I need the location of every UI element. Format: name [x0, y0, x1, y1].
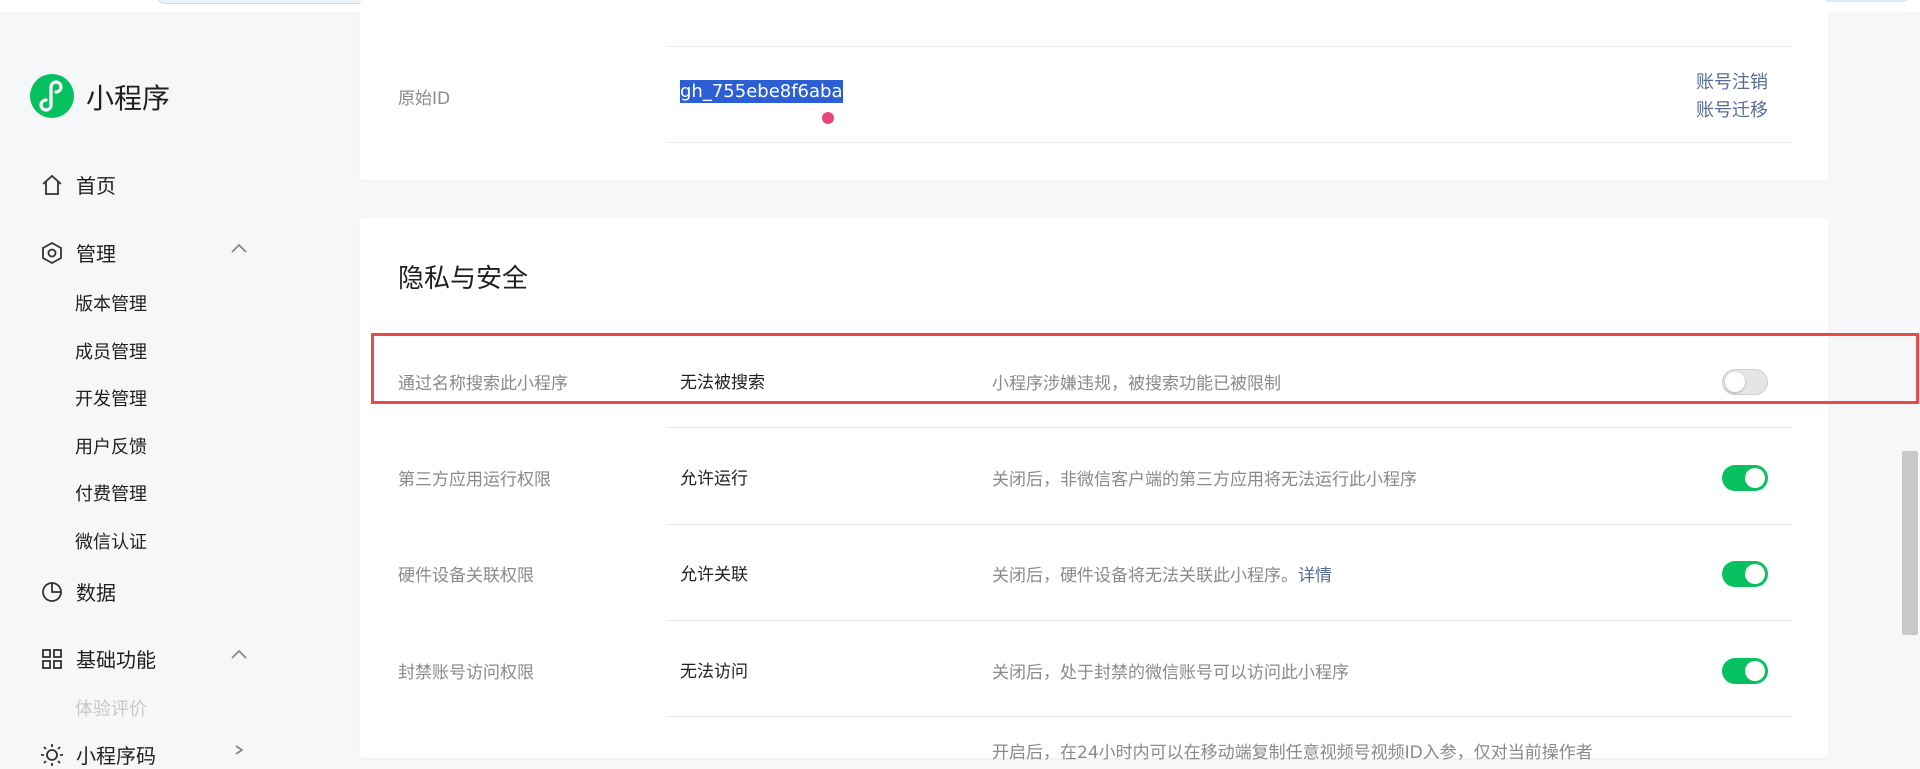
sidebar-item-basic[interactable]: 基础功能 — [40, 644, 247, 673]
row-label: 封禁账号访问权限 — [398, 663, 534, 683]
divider — [666, 46, 1792, 47]
row-label: 第三方应用运行权限 — [398, 470, 551, 490]
row-desc: 关闭后，处于封禁的微信账号可以访问此小程序 — [992, 663, 1349, 683]
sidebar-subitem[interactable]: 微信认证 — [75, 528, 147, 554]
sidebar-subitem[interactable]: 成员管理 — [75, 338, 147, 364]
highlight-box — [371, 333, 1919, 404]
sidebar-subitem[interactable]: 开发管理 — [75, 385, 147, 411]
miniprogram-logo-icon — [30, 74, 74, 118]
account-cancel-link[interactable]: 账号注销 — [1696, 68, 1768, 94]
divider — [666, 716, 1792, 717]
third-party-toggle[interactable] — [1722, 465, 1768, 491]
original-id-value[interactable]: gh_755ebe8f6aba — [680, 80, 843, 103]
row-desc: 关闭后，硬件设备将无法关联此小程序。详情 — [992, 561, 1332, 586]
row-desc: 开启后，在24小时内可以在移动端复制任意视频号视频ID入参，仅对当前操作者 — [992, 743, 1593, 763]
divider — [666, 427, 1792, 428]
row-desc: 关闭后，非微信客户端的第三方应用将无法运行此小程序 — [992, 470, 1417, 490]
hexagon-settings-icon — [42, 241, 62, 264]
sidebar-subitem[interactable]: 体验评价 — [75, 695, 147, 721]
row-label: 硬件设备关联权限 — [398, 566, 534, 586]
privacy-security-card: 隐私与安全 通过名称搜索此小程序 无法被搜索 小程序涉嫌违规，被搜索功能已被限制… — [360, 218, 1828, 763]
chevron-right-icon[interactable] — [230, 744, 248, 756]
sidebar-item-manage[interactable]: 管理 — [40, 238, 247, 267]
sidebar-item-data[interactable]: 数据 — [40, 577, 116, 606]
account-card: 原始ID gh_755ebe8f6aba 账号注销 账号迁移 — [360, 0, 1828, 180]
sidebar-item-label: 首页 — [76, 174, 116, 198]
pie-chart-icon — [42, 581, 62, 602]
sidebar-item-label: 数据 — [76, 581, 116, 605]
sidebar-subitem[interactable]: 版本管理 — [75, 290, 147, 316]
divider — [666, 620, 1792, 621]
row-value: 允许运行 — [680, 469, 748, 489]
scrollbar[interactable] — [1902, 451, 1918, 635]
sidebar-subitem[interactable]: 付费管理 — [75, 480, 147, 506]
chevron-up-icon[interactable] — [230, 242, 248, 254]
account-migrate-link[interactable]: 账号迁移 — [1696, 96, 1768, 122]
sidebar-subitem[interactable]: 用户反馈 — [75, 433, 147, 459]
row-desc-text: 关闭后，硬件设备将无法关联此小程序。 — [992, 566, 1298, 586]
row-value: 允许关联 — [680, 565, 748, 585]
sidebar-item-qrcode[interactable]: 小程序码 — [40, 740, 244, 769]
sidebar-item-label: 小程序码 — [76, 744, 156, 768]
hardware-toggle[interactable] — [1722, 561, 1768, 587]
section-title: 隐私与安全 — [398, 264, 529, 294]
brand-title: 小程序 — [86, 82, 171, 115]
cursor-dot — [822, 112, 834, 124]
banned-account-toggle[interactable] — [1722, 658, 1768, 684]
chevron-up-icon[interactable] — [230, 648, 248, 660]
grid-icon — [42, 648, 62, 669]
sidebar: 小程序 首页 管理 版本管理 成员管理 开发管理 用户反馈 付费管理 微信认证 … — [0, 12, 360, 768]
original-id-label: 原始ID — [398, 89, 451, 109]
sun-icon — [41, 743, 63, 766]
sidebar-item-label: 基础功能 — [76, 648, 156, 672]
divider — [666, 524, 1792, 525]
row-value: 无法访问 — [680, 662, 748, 682]
sidebar-item-label: 管理 — [76, 242, 116, 266]
divider — [666, 142, 1792, 143]
detail-link[interactable]: 详情 — [1298, 566, 1332, 586]
home-icon — [42, 174, 62, 195]
sidebar-item-home[interactable]: 首页 — [40, 170, 116, 199]
